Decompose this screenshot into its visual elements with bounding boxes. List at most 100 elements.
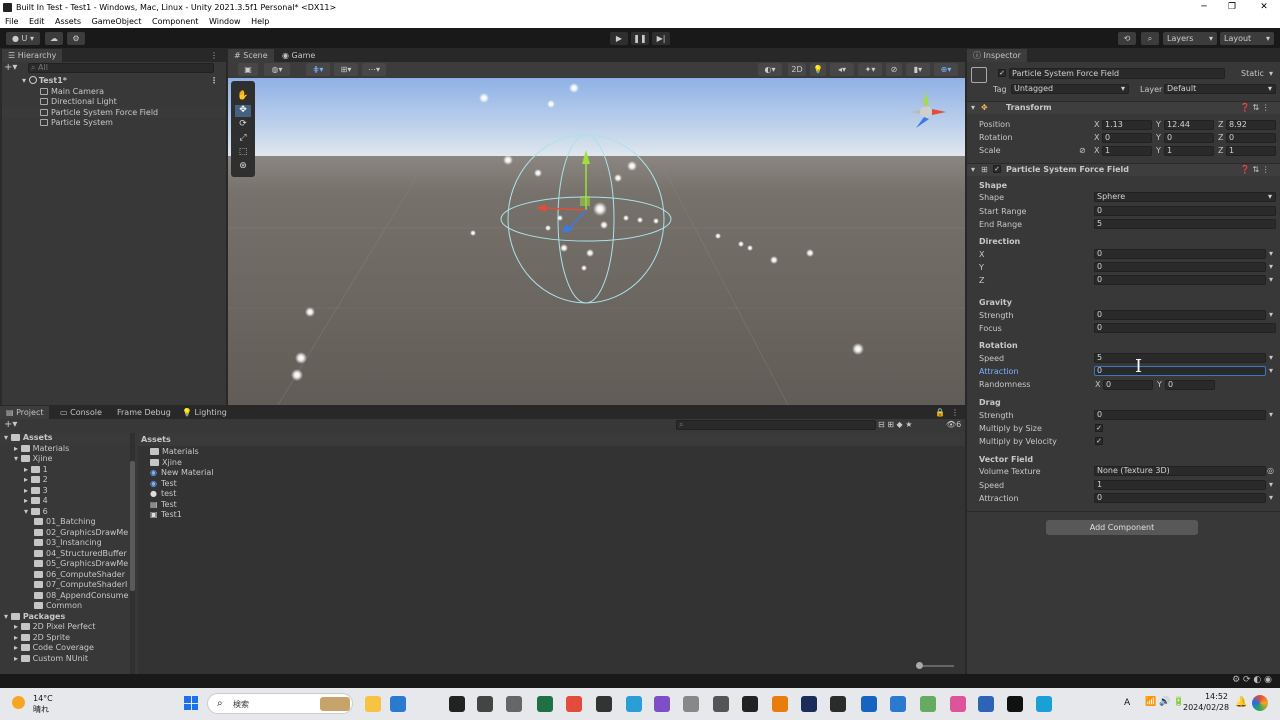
effects-toggle-icon[interactable]: ✦▾	[858, 63, 882, 76]
step-button[interactable]: ▶|	[652, 32, 670, 45]
rot-attraction-field[interactable]: 0	[1094, 366, 1266, 376]
tree-item[interactable]: ▸ 1	[0, 465, 136, 476]
edge-icon[interactable]	[626, 696, 642, 712]
scene-viewport[interactable]: ✋ ✥ ⟳ ⤢ ⬚ ⊛	[228, 78, 965, 405]
component-help-icons[interactable]: ❓ ⇅ ⋮	[1240, 164, 1270, 175]
vf-speed-field[interactable]: 1	[1094, 480, 1266, 490]
constrain-proportions-icon[interactable]: ⊘	[1079, 145, 1086, 156]
menu-component[interactable]: Component	[152, 17, 198, 26]
maximize-button[interactable]: ❐	[1218, 0, 1246, 15]
foldout-arrow-icon[interactable]: ▾	[24, 507, 31, 516]
scale-z-field[interactable]: 1	[1226, 146, 1276, 156]
snap-increment-button[interactable]: ⊞▾	[334, 63, 358, 76]
snap-button[interactable]: ⋯▾	[362, 63, 386, 76]
discord-icon[interactable]	[830, 696, 846, 712]
tree-item[interactable]: 01_Batching	[0, 517, 136, 528]
chrome-icon[interactable]	[566, 696, 582, 712]
position-y-field[interactable]: 12.44	[1164, 120, 1214, 130]
foldout-arrow-icon[interactable]: ▾	[971, 164, 975, 175]
notes-icon[interactable]	[683, 696, 699, 712]
object-name-field[interactable]: Particle System Force Field	[1009, 68, 1225, 79]
shading-button[interactable]: ◐▾	[758, 63, 782, 76]
tree-item[interactable]: ▾ 6	[0, 507, 136, 518]
hierarchy-item-particle-system[interactable]: Particle System	[0, 118, 226, 129]
scale-x-field[interactable]: 1	[1102, 146, 1152, 156]
draw-mode-button[interactable]: ▣	[238, 63, 258, 76]
multiply-velocity-checkbox[interactable]: ✓	[1095, 437, 1103, 445]
position-z-field[interactable]: 8.92	[1226, 120, 1276, 130]
hierarchy-item-directional-light[interactable]: Directional Light	[0, 97, 226, 108]
menu-assets[interactable]: Assets	[55, 17, 81, 26]
end-range-field[interactable]: 5	[1094, 219, 1276, 229]
start-icon[interactable]	[184, 696, 198, 710]
foldout-arrow-icon[interactable]: ▸	[24, 465, 31, 474]
tree-item[interactable]: 02_GraphicsDrawMe	[0, 528, 136, 539]
hierarchy-item-force-field[interactable]: Particle System Force Field	[0, 107, 226, 118]
notification-icon[interactable]: 🔔	[1235, 697, 1247, 708]
rotation-y-field[interactable]: 0	[1164, 133, 1214, 143]
gizmos-button[interactable]: ⊕▾	[934, 63, 958, 76]
tab-lighting[interactable]: 💡 Lighting	[176, 406, 233, 419]
play-button[interactable]: ▶	[610, 32, 628, 45]
static-dropdown-icon[interactable]: ▾	[1269, 68, 1273, 79]
tree-item[interactable]: 05_GraphicsDrawMe	[0, 559, 136, 570]
foldout-arrow-icon[interactable]: ▸	[14, 633, 21, 642]
foldout-arrow-icon[interactable]: ▾	[14, 454, 21, 463]
teams-icon[interactable]	[861, 696, 877, 712]
foldout-arrow-icon[interactable]: ▸	[14, 622, 21, 631]
add-component-button[interactable]: Add Component	[1046, 520, 1198, 535]
status-icons[interactable]: ⚙ ⟳ ◐ ◉	[1232, 675, 1272, 685]
dir-x-field[interactable]: 0	[1094, 249, 1266, 259]
position-x-field[interactable]: 1.13	[1102, 120, 1152, 130]
gravity-strength-field[interactable]: 0	[1094, 310, 1266, 320]
scrollbar-thumb[interactable]	[130, 461, 135, 591]
curve-dropdown-icon[interactable]: ▾	[1269, 275, 1273, 285]
vf-attraction-field[interactable]: 0	[1094, 493, 1266, 503]
curve-dropdown-icon[interactable]: ▾	[1269, 310, 1273, 320]
visual-studio-icon[interactable]	[654, 696, 670, 712]
layer-dropdown[interactable]: Default ▾	[1164, 84, 1276, 94]
rand-x-field[interactable]: 0	[1103, 380, 1153, 390]
asset-item[interactable]: Xjine	[138, 458, 965, 469]
rect-tool-icon[interactable]: ⬚	[235, 147, 251, 159]
file-explorer-icon[interactable]	[365, 696, 381, 712]
tree-item[interactable]: ▸ 2	[0, 475, 136, 486]
copilot-icon[interactable]	[1252, 695, 1268, 711]
tree-assets[interactable]: ▾ Assets	[0, 433, 136, 444]
component-enabled-checkbox[interactable]: ✓	[993, 165, 1001, 173]
app-icon[interactable]	[506, 696, 522, 712]
clock-app-icon[interactable]	[713, 696, 729, 712]
asset-item[interactable]: ● test	[138, 489, 965, 500]
rand-y-field[interactable]: 0	[1165, 380, 1215, 390]
history-icon[interactable]: ⟲	[1118, 32, 1136, 45]
excel-icon[interactable]	[537, 696, 553, 712]
add-icon[interactable]: +▾	[4, 62, 17, 73]
hierarchy-item-main-camera[interactable]: Main Camera	[0, 87, 226, 98]
menu-help[interactable]: Help	[251, 17, 269, 26]
asset-item[interactable]: ◉ New Material	[138, 468, 965, 479]
2d-toggle[interactable]: 2D	[788, 63, 806, 76]
curve-dropdown-icon[interactable]: ▾	[1269, 262, 1273, 272]
multiply-size-checkbox[interactable]: ✓	[1095, 424, 1103, 432]
tree-item[interactable]: 06_ComputeShader	[0, 570, 136, 581]
lighting-toggle-icon[interactable]: 💡	[810, 63, 826, 76]
package-item[interactable]: ▸ 2D Sprite	[0, 633, 136, 644]
foldout-arrow-icon[interactable]: ▸	[14, 654, 21, 663]
tree-item[interactable]: 04_StructuredBuffer	[0, 549, 136, 560]
pinned-icon[interactable]	[920, 696, 936, 712]
filter-icons[interactable]: ⊟ ⊞ ◆ ★	[878, 420, 912, 429]
menu-file[interactable]: File	[5, 17, 18, 26]
hierarchy-search-input[interactable]: ⌕ All	[28, 63, 214, 73]
tree-item[interactable]: Common	[0, 601, 136, 612]
account-button[interactable]: ● U ▾	[6, 32, 40, 45]
clock-time[interactable]: 14:52	[1183, 692, 1228, 701]
asset-item[interactable]: ◉ Test	[138, 479, 965, 490]
component-help-icons[interactable]: ❓ ⇅ ⋮	[1240, 102, 1270, 113]
cmd-icon[interactable]	[1007, 696, 1023, 712]
rotate-tool-icon[interactable]: ⟳	[235, 119, 251, 131]
add-icon[interactable]: +▾	[4, 419, 17, 430]
unity-hub-icon[interactable]	[449, 696, 465, 712]
start-range-field[interactable]: 0	[1094, 206, 1276, 216]
grid-snap-button[interactable]: ⋕▾	[306, 63, 330, 76]
tab-game[interactable]: ◉ Game	[276, 49, 321, 62]
